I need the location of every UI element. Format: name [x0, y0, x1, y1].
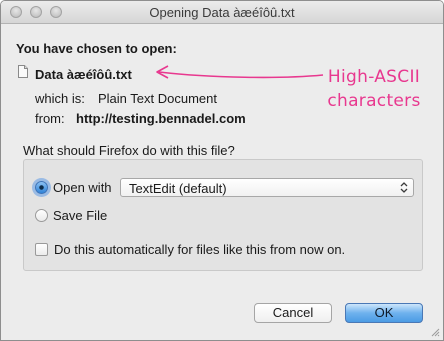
which-is-label: which is:	[35, 91, 85, 106]
file-name: Data àæéîôû.txt	[35, 67, 132, 82]
annotation-note: High-ASCII characters	[324, 65, 424, 113]
open-with-label[interactable]: Open with	[53, 180, 112, 195]
file-type-value: Plain Text Document	[98, 91, 217, 106]
open-with-radio[interactable]	[35, 181, 48, 194]
annotation-line-1: High-ASCII	[327, 67, 421, 87]
save-file-radio[interactable]	[35, 209, 48, 222]
document-icon	[18, 65, 28, 78]
application-select-value: TextEdit (default)	[129, 181, 227, 196]
save-file-label[interactable]: Save File	[53, 208, 107, 223]
ok-button[interactable]: OK	[345, 303, 423, 323]
resize-grip-icon[interactable]	[430, 327, 440, 337]
annotation-line-2: characters	[327, 91, 421, 111]
dialog-window: Opening Data àæéîôû.txt You have chosen …	[0, 0, 444, 341]
dialog-heading: You have chosen to open:	[16, 41, 177, 56]
chevron-up-down-icon	[400, 182, 408, 193]
auto-action-label[interactable]: Do this automatically for files like thi…	[54, 242, 345, 257]
source-url-value: http://testing.bennadel.com	[76, 111, 246, 126]
from-label: from:	[35, 111, 65, 126]
application-select[interactable]: TextEdit (default)	[120, 178, 414, 197]
window-title: Opening Data àæéîôû.txt	[149, 5, 295, 20]
auto-action-checkbox[interactable]	[35, 243, 48, 256]
annotation-arrow	[156, 65, 324, 79]
cancel-button[interactable]: Cancel	[254, 303, 332, 323]
title-bar[interactable]: Opening Data àæéîôû.txt	[1, 1, 443, 24]
action-question: What should Firefox do with this file?	[23, 143, 235, 158]
